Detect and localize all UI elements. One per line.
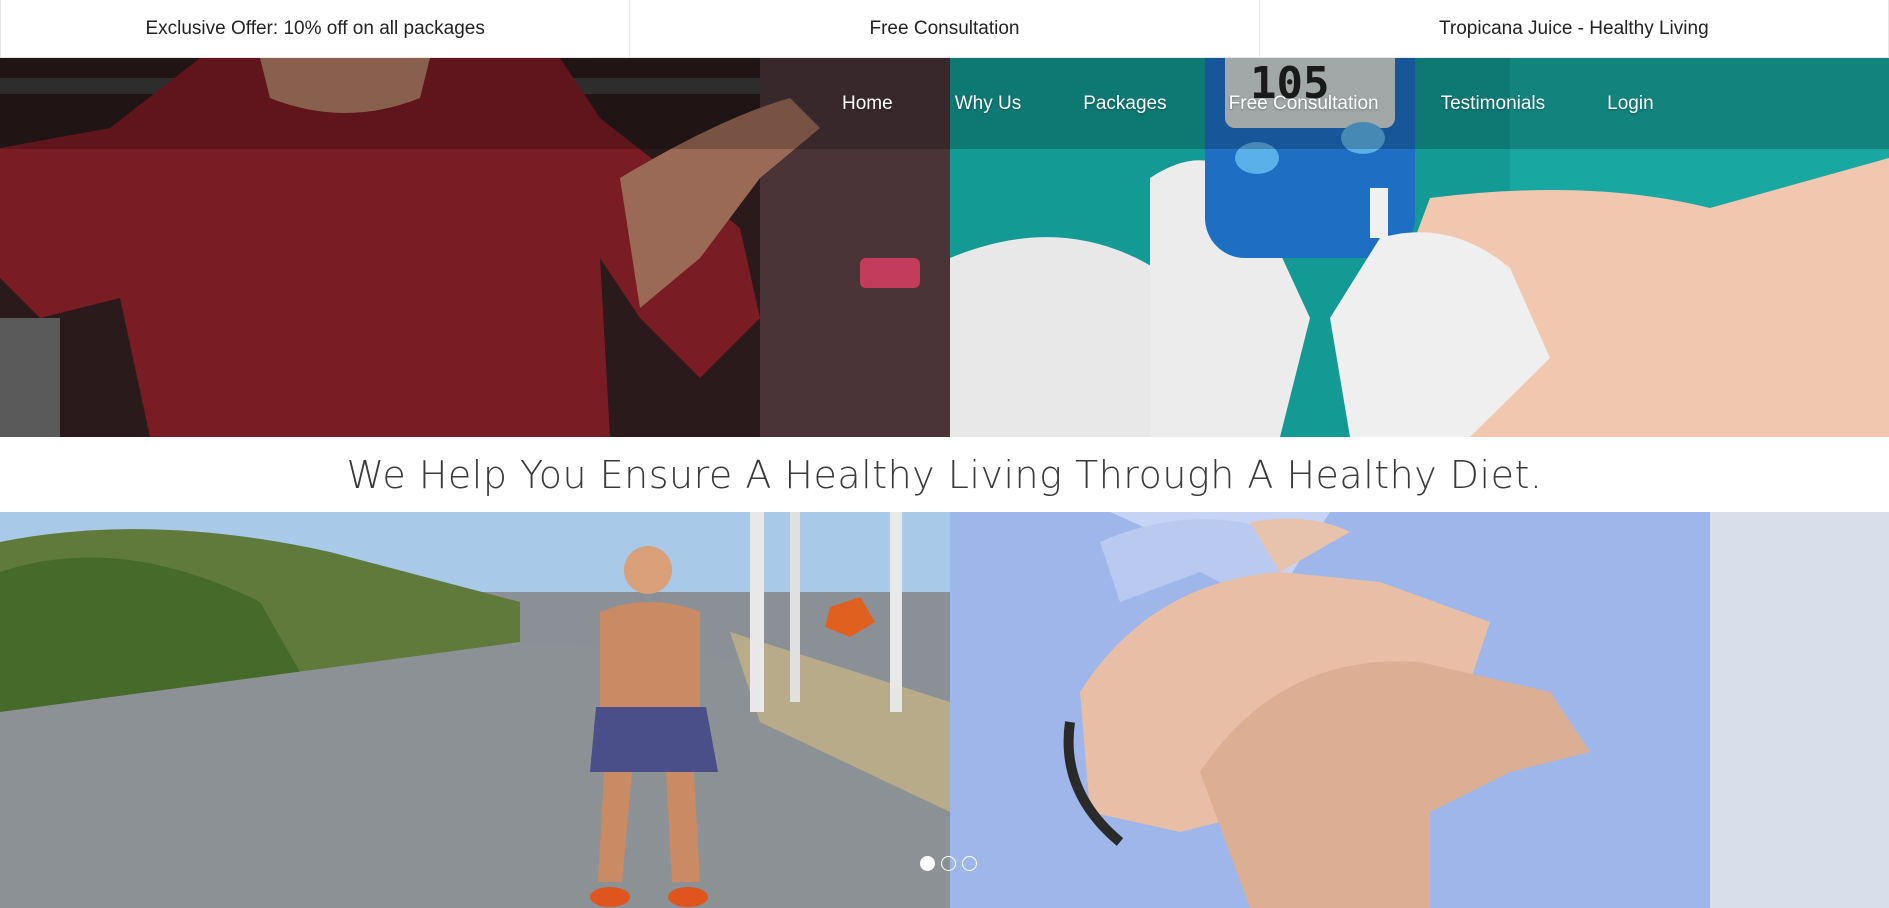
nav-menu: Home Why Us Packages Free Consultation T… (842, 58, 1654, 149)
top-info-bar: Exclusive Offer: 10% off on all packages… (0, 0, 1889, 58)
runner-image (0, 512, 950, 908)
tagline-band: We Help You Ensure A Healthy Living Thro… (0, 437, 1889, 512)
main-nav: Home Why Us Packages Free Consultation T… (0, 58, 1889, 149)
carousel-dot-1[interactable] (920, 856, 935, 871)
runner-illustration (0, 512, 950, 908)
nav-testimonials[interactable]: Testimonials (1441, 93, 1546, 115)
tropicana-juice-link[interactable]: Tropicana Juice - Healthy Living (1258, 0, 1889, 58)
free-consultation-link[interactable]: Free Consultation (629, 0, 1259, 58)
chest-pain-illustration (950, 512, 1889, 908)
carousel-dot-2[interactable] (941, 856, 956, 871)
carousel-dot-3[interactable] (962, 856, 977, 871)
carousel-indicators (920, 856, 977, 871)
nav-home[interactable]: Home (842, 93, 893, 115)
chest-pain-image (950, 512, 1889, 908)
nav-why-us[interactable]: Why Us (955, 93, 1022, 115)
nav-login[interactable]: Login (1607, 93, 1654, 115)
nav-packages[interactable]: Packages (1083, 93, 1166, 115)
page-tagline: We Help You Ensure A Healthy Living Thro… (346, 452, 1543, 497)
nav-free-consultation[interactable]: Free Consultation (1229, 93, 1379, 115)
exclusive-offer-link[interactable]: Exclusive Offer: 10% off on all packages (0, 0, 630, 58)
